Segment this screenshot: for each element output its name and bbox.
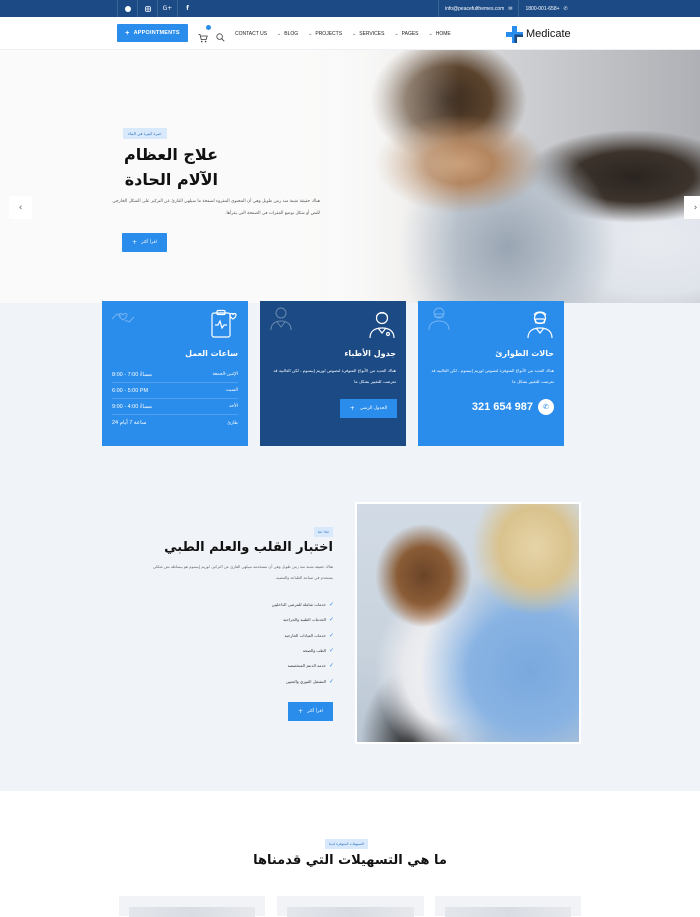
chevron-left-icon: ‹ <box>18 202 23 213</box>
list-item: ✓ الخدمات الطبية والجراحية <box>283 616 334 624</box>
list-item: ✓ خدمات شاملة للمرضى الداخليين <box>271 601 334 609</box>
doctor-mask-icon <box>426 305 452 331</box>
nav-pages[interactable]: ⌄ PAGES <box>394 31 418 37</box>
plus-icon: + <box>125 29 130 37</box>
service-image <box>445 907 571 917</box>
services-tag: التسهيلات المتوفرة لدينا <box>325 839 368 849</box>
contact-info: info@peacefulthemes.com ✉ 1800-001-658+ ✆ <box>438 0 574 17</box>
hours-title: ساعات العمل <box>185 349 238 358</box>
about-tag: ماذا عنا <box>314 527 334 537</box>
about-description: هناك حقيقة مثبتة منذ زمن طويل وهي أن تست… <box>153 564 333 580</box>
working-hours-card: ساعات العمل 8:00 - 7:00 مساءً الإثنين-الج… <box>102 301 248 446</box>
check-icon: ✓ <box>328 601 334 609</box>
service-image <box>287 907 414 917</box>
service-card[interactable] <box>119 896 265 917</box>
check-icon: ✓ <box>328 662 334 670</box>
clipboard-heart-icon <box>210 309 238 339</box>
emergency-description: هناك العديد من الأنواع المتوفرة لنصوص لو… <box>431 368 554 384</box>
chevron-down-icon: ⌄ <box>308 30 313 37</box>
hero-description: هناك حقيقة مثبتة منذ زمن طويل وهي أن الم… <box>112 199 320 216</box>
nav-home[interactable]: ⌄ HOME <box>429 31 451 37</box>
cart-badge <box>206 25 211 30</box>
service-card[interactable] <box>435 896 581 917</box>
hero-read-more-button[interactable]: اقرأ أكثر + <box>122 233 167 252</box>
about-read-more-button[interactable]: اقرأ أكثر + <box>288 702 333 721</box>
doctor-mask-icon <box>526 309 554 339</box>
search-icon[interactable] <box>216 27 225 42</box>
service-image <box>129 907 255 917</box>
appointments-button[interactable]: + APPOINTMENTS <box>117 24 188 42</box>
list-item: ✓ الطب والصحة <box>302 647 334 655</box>
check-icon: ✓ <box>328 616 334 624</box>
hours-row: 8:00 - 7:00 مساءً الإثنين-الجمعة <box>112 367 238 383</box>
instagram-icon[interactable] <box>137 0 157 17</box>
nav-blog[interactable]: ⌄ BLOG <box>277 31 298 37</box>
emergency-card: حالات الطوارئ هناك العديد من الأنواع الم… <box>418 301 564 446</box>
list-item: ✓ خدمة الدعم المتخصصة <box>287 662 334 670</box>
emergency-title: حالات الطوارئ <box>495 349 554 358</box>
doctor-consultation-image <box>355 502 581 744</box>
service-card[interactable] <box>277 896 424 917</box>
hours-row: 6:00 - 5:00 PM السبت <box>112 383 238 399</box>
list-item: ✓ التشغيل الفوري والتعيين <box>285 677 334 685</box>
nav-links: CONTACT US ⌄ BLOG ⌄ PROJECTS ⌄ SERVICES ⌄ PA… <box>235 17 461 50</box>
chevron-down-icon: ⌄ <box>277 30 282 37</box>
doctors-description: هناك العديد من الأنواع المتوفرة لنصوص لو… <box>273 368 396 384</box>
nav-projects[interactable]: ⌄ PROJECTS <box>308 31 342 37</box>
dribbble-icon[interactable] <box>117 0 137 17</box>
list-item: ✓ خدمات العيادات الخارجية <box>284 631 334 639</box>
doctors-title: جدول الأطباء <box>344 349 396 358</box>
top-bar: G+ f info@peacefulthemes.com ✉ 1800-001-6… <box>0 0 700 17</box>
chevron-down-icon: ⌄ <box>352 30 357 37</box>
nav-services[interactable]: ⌄ SERVICES <box>352 31 384 37</box>
services-checklist: ✓ خدمات شاملة للمرضى الداخليين ✓ الخدمات ا… <box>230 597 334 689</box>
email-link[interactable]: info@peacefulthemes.com ✉ <box>438 0 518 17</box>
cart-icon[interactable] <box>198 25 211 43</box>
check-icon: ✓ <box>328 647 334 655</box>
hands-heart-icon <box>110 305 136 331</box>
about-title: اختبار القلب والعلم الطبي <box>164 540 333 555</box>
site-logo[interactable]: Medicate <box>506 25 571 43</box>
plus-icon: + <box>132 239 138 246</box>
slider-prev-button[interactable]: ‹ <box>9 196 32 219</box>
medical-cross-icon <box>506 25 523 43</box>
hero-title: علاج العظام الآلام الحادة <box>123 145 218 189</box>
hours-table: 8:00 - 7:00 مساءً الإثنين-الجمعة 6:00 - 5… <box>112 367 238 431</box>
doctors-schedule-card: جدول الأطباء هناك العديد من الأنواع المت… <box>260 301 406 446</box>
services-title: ما هي التسهيلات التي قدمناها <box>253 853 447 868</box>
hours-row: 9:00 - 4:00 مساءً الأحد <box>112 399 238 415</box>
facebook-icon[interactable]: f <box>177 0 197 17</box>
hours-row: 24 ساعة 7 أيام طارئ <box>112 420 238 426</box>
emergency-phone[interactable]: 321 654 987 ✆ <box>472 399 554 415</box>
schedule-button[interactable]: الجدول الزمني + <box>340 399 397 418</box>
chevron-down-icon: ⌄ <box>428 30 433 37</box>
google-plus-icon[interactable]: G+ <box>157 0 177 17</box>
phone-icon: ✆ <box>563 5 568 12</box>
hero-tag: خبرة كبيرة في البناء <box>123 128 167 139</box>
chevron-right-icon: › <box>693 202 698 213</box>
envelope-icon: ✉ <box>508 5 513 12</box>
chevron-down-icon: ⌄ <box>394 30 399 37</box>
phone-link[interactable]: 1800-001-658+ ✆ <box>518 0 573 17</box>
check-icon: ✓ <box>328 677 334 685</box>
hero-slider: خبرة كبيرة في البناء علاج العظام الآلام ا… <box>0 50 700 303</box>
slider-next-button[interactable]: › <box>684 196 700 219</box>
plus-icon: + <box>349 405 355 412</box>
doctor-icon <box>268 305 294 331</box>
plus-icon: + <box>298 708 304 715</box>
phone-icon: ✆ <box>538 399 554 415</box>
check-icon: ✓ <box>328 631 334 639</box>
main-navbar: + APPOINTMENTS CONTACT US ⌄ BLOG ⌄ PROJECT… <box>0 17 700 50</box>
nav-contact-us[interactable]: CONTACT US <box>235 31 267 37</box>
social-links: G+ f <box>117 0 197 17</box>
doctor-icon <box>368 309 396 339</box>
